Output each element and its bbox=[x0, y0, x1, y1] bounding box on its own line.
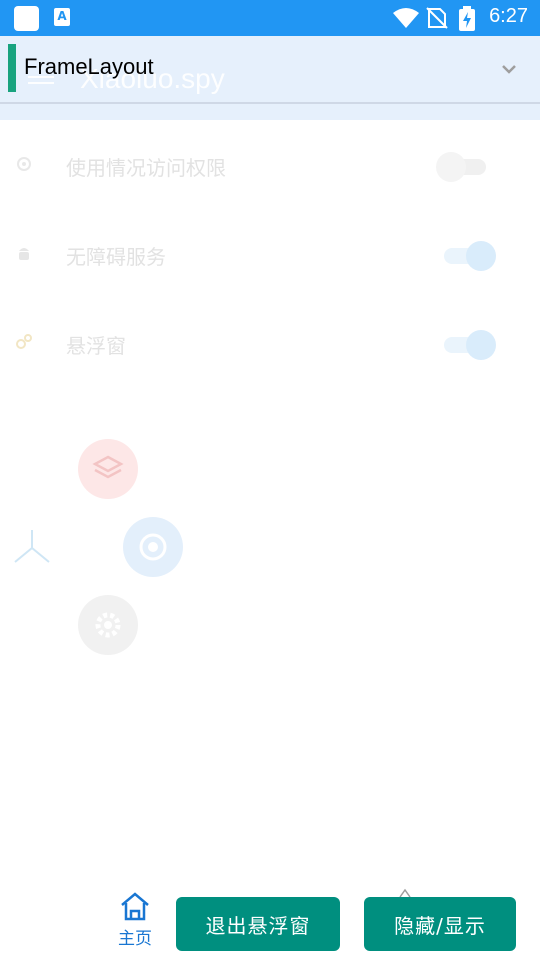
home-label: 主页 bbox=[118, 929, 152, 949]
gears-icon bbox=[16, 334, 32, 349]
exit-floating-window-button[interactable]: 退出悬浮窗 bbox=[176, 897, 340, 951]
gear-icon bbox=[17, 157, 31, 171]
text-notification-icon: A bbox=[54, 8, 70, 26]
settings-button[interactable] bbox=[78, 595, 138, 655]
setting-row-usage-access[interactable]: 使用情况访问权限 bbox=[0, 136, 540, 196]
layers-button[interactable] bbox=[78, 439, 138, 499]
android-icon bbox=[19, 248, 29, 260]
target-icon bbox=[139, 533, 167, 561]
setting-label: 悬浮窗 bbox=[66, 334, 126, 358]
status-bar: A 6:27 bbox=[0, 0, 540, 36]
settings-icon bbox=[95, 612, 121, 638]
axes-icon[interactable] bbox=[10, 526, 54, 570]
no-sim-icon bbox=[426, 7, 448, 29]
home-icon bbox=[121, 892, 149, 921]
layers-icon bbox=[92, 455, 124, 479]
accessibility-switch[interactable] bbox=[434, 239, 496, 271]
setting-label: 使用情况访问权限 bbox=[66, 156, 226, 180]
hide-show-button[interactable]: 隐藏/显示 bbox=[364, 897, 516, 951]
clock: 6:27 bbox=[489, 5, 528, 27]
setting-row-accessibility[interactable]: 无障碍服务 bbox=[0, 225, 540, 285]
target-button[interactable] bbox=[123, 517, 183, 577]
battery-charging-icon bbox=[459, 6, 475, 31]
layout-name: FrameLayout bbox=[24, 54, 154, 79]
setting-row-floating-window[interactable]: 悬浮窗 bbox=[0, 314, 540, 374]
app-notification-icon bbox=[14, 6, 39, 31]
wifi-icon bbox=[393, 8, 419, 28]
layout-inspector-bar[interactable]: FrameLayout bbox=[0, 36, 540, 104]
chevron-down-icon[interactable] bbox=[498, 58, 520, 80]
home-tab[interactable]: 主页 bbox=[110, 888, 160, 949]
setting-label: 无障碍服务 bbox=[66, 245, 166, 269]
usage-access-switch[interactable] bbox=[434, 150, 496, 182]
floating-window-switch[interactable] bbox=[434, 328, 496, 360]
accent-marker bbox=[8, 44, 16, 92]
underlying-app: Xiaoluo.spy 使用情况访问权限 无障碍服务 悬浮窗 bbox=[0, 36, 540, 960]
